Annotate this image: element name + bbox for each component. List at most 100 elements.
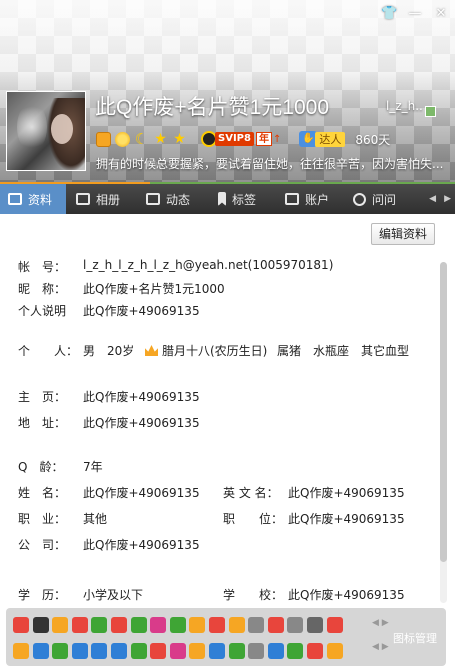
service-app-icon[interactable] bbox=[52, 617, 69, 633]
zodiac-value: 属猪 bbox=[277, 344, 302, 358]
moon-icon[interactable]: ☾ bbox=[134, 131, 149, 147]
tab-profile[interactable]: 资料 bbox=[0, 184, 66, 214]
edit-profile-button[interactable]: 编辑资料 bbox=[371, 223, 435, 245]
crown-icon bbox=[145, 345, 158, 356]
service-app-icon[interactable] bbox=[287, 617, 304, 633]
service-app-icon[interactable] bbox=[189, 643, 206, 659]
service-app-icon[interactable] bbox=[306, 617, 323, 633]
service-app-icon[interactable] bbox=[110, 617, 127, 633]
edit-nickname-icon[interactable] bbox=[425, 106, 436, 117]
tab-label: 资料 bbox=[28, 192, 53, 207]
service-app-icon[interactable] bbox=[32, 617, 49, 633]
service-app-icon[interactable] bbox=[130, 617, 147, 633]
service-app-icon[interactable] bbox=[248, 643, 265, 659]
service-app-icon[interactable] bbox=[150, 643, 167, 659]
star-icon[interactable]: ★ bbox=[153, 131, 168, 147]
svip-badge[interactable]: SVIP8 年 ↑ bbox=[201, 131, 281, 147]
service-app-icon[interactable] bbox=[228, 617, 245, 633]
service-app-icon[interactable] bbox=[91, 617, 108, 633]
service-app-icon[interactable] bbox=[208, 617, 225, 633]
active-days: 860天 bbox=[355, 132, 391, 147]
minimize-icon[interactable]: — bbox=[407, 6, 423, 22]
service-app-icon[interactable] bbox=[267, 617, 284, 633]
service-app-icon[interactable] bbox=[169, 617, 186, 633]
service-app-icon[interactable] bbox=[267, 643, 284, 659]
badge-row: ☾ ★ ★ SVIP8 年 ↑ ✋ 达人 860天 bbox=[96, 130, 390, 148]
company-value: 此Q作废+49069135 bbox=[83, 538, 200, 552]
desc-label: 个人说明 bbox=[18, 304, 67, 318]
service-app-icon[interactable] bbox=[287, 643, 304, 659]
service-app-icon[interactable] bbox=[32, 643, 49, 659]
bookmark-tag-icon bbox=[218, 192, 226, 206]
service-app-icon[interactable] bbox=[71, 617, 88, 633]
occupation-label: 职 业： bbox=[18, 512, 67, 526]
service-icon-bar: ◀ ▶ ◀ ▶ 图标管理 bbox=[6, 608, 446, 666]
feed-list-icon bbox=[146, 193, 160, 205]
service-app-icon[interactable] bbox=[13, 643, 29, 659]
avatar-face bbox=[51, 114, 73, 144]
avatar-smoke bbox=[17, 102, 47, 152]
tab-scroll-right-icon[interactable]: ▶ bbox=[444, 194, 451, 204]
service-app-icon[interactable] bbox=[306, 643, 323, 659]
tab-tags[interactable]: 标签 bbox=[218, 184, 278, 214]
icon-bar-arrows: ◀ ▶ ◀ ▶ bbox=[372, 618, 389, 652]
service-app-icon[interactable] bbox=[91, 643, 108, 659]
school-value: 此Q作废+49069135 bbox=[288, 588, 405, 602]
service-app-icon[interactable] bbox=[208, 643, 225, 659]
scrollbar-thumb[interactable] bbox=[440, 262, 447, 562]
scrollbar[interactable] bbox=[440, 262, 447, 603]
homepage-label: 主 页： bbox=[18, 390, 67, 404]
q-age-value: 7年 bbox=[83, 460, 103, 474]
signature[interactable]: 拥有的时候总要握紧，要试着留住她，往往很辛苦，因为害怕失... bbox=[96, 155, 446, 172]
profile-card-icon bbox=[8, 193, 22, 205]
tab-label: 账户 bbox=[305, 192, 330, 207]
tab-bar: 资料 相册 动态 标签 账户 问问 ◀ ▶ bbox=[0, 182, 455, 214]
question-icon bbox=[353, 192, 366, 206]
service-app-icon[interactable] bbox=[189, 617, 206, 633]
age-value: 20岁 bbox=[107, 344, 135, 358]
occupation-value: 其他 bbox=[83, 512, 108, 526]
avatar[interactable] bbox=[6, 91, 86, 171]
q-age-label: Q 龄： bbox=[18, 460, 64, 474]
talent-badge[interactable]: ✋ 达人 bbox=[299, 131, 346, 147]
svip-year-label: 年 bbox=[255, 132, 272, 146]
service-app-icon[interactable] bbox=[228, 643, 245, 659]
account-value: l_z_h_l_z_h_l_z_h@yeah.net(1005970181) bbox=[83, 258, 334, 272]
service-app-icon[interactable] bbox=[110, 643, 127, 659]
education-label: 学 历： bbox=[18, 588, 67, 602]
service-app-icon[interactable] bbox=[248, 617, 265, 633]
desc-value: 此Q作废+49069135 bbox=[83, 304, 200, 318]
service-app-icon[interactable] bbox=[326, 643, 343, 659]
constellation-value: 水瓶座 bbox=[313, 344, 350, 358]
service-app-icon[interactable] bbox=[71, 643, 88, 659]
icon-bar-prev-icon[interactable]: ◀ ▶ bbox=[372, 642, 389, 652]
service-app-icon[interactable] bbox=[52, 643, 69, 659]
service-app-icon[interactable] bbox=[150, 617, 167, 633]
service-app-icon[interactable] bbox=[130, 643, 147, 659]
sun-icon[interactable] bbox=[115, 131, 130, 147]
birthday-value: 腊月十八(农历生日) bbox=[145, 342, 267, 359]
tab-scroll-arrows: ◀ ▶ bbox=[429, 184, 451, 214]
tab-feed[interactable]: 动态 bbox=[146, 184, 206, 214]
icon-bar-next-icon[interactable]: ◀ ▶ bbox=[372, 618, 389, 628]
service-app-icon[interactable] bbox=[326, 617, 343, 633]
icon-manage-button[interactable]: 图标管理 bbox=[393, 630, 437, 646]
tab-ask[interactable]: 问问 bbox=[353, 184, 413, 214]
nick-value: 此Q作废+名片赞1元1000 bbox=[83, 282, 225, 296]
position-label: 职 位： bbox=[223, 512, 284, 526]
star-icon[interactable]: ★ bbox=[172, 131, 187, 147]
crown-icon[interactable] bbox=[96, 131, 111, 147]
tab-album[interactable]: 相册 bbox=[76, 184, 136, 214]
service-app-icon[interactable] bbox=[13, 617, 29, 633]
tab-scroll-left-icon[interactable]: ◀ bbox=[429, 194, 436, 204]
service-app-icon[interactable] bbox=[169, 643, 186, 659]
homepage-value[interactable]: 此Q作废+49069135 bbox=[83, 388, 200, 405]
english-name-label: 英 文 名： bbox=[223, 486, 279, 500]
skin-icon[interactable]: 👕 bbox=[381, 6, 397, 22]
tab-account[interactable]: 账户 bbox=[285, 184, 345, 214]
gender-value: 男 bbox=[83, 344, 96, 358]
school-label: 学 校： bbox=[223, 588, 284, 602]
profile-header: 👕 — ✕ 此Q作废+名片赞1元1000 l_z_h.. ☾ ★ ★ SVIP8… bbox=[0, 0, 455, 182]
birthday-text: 腊月十八(农历生日) bbox=[162, 344, 268, 358]
close-icon[interactable]: ✕ bbox=[433, 6, 449, 22]
